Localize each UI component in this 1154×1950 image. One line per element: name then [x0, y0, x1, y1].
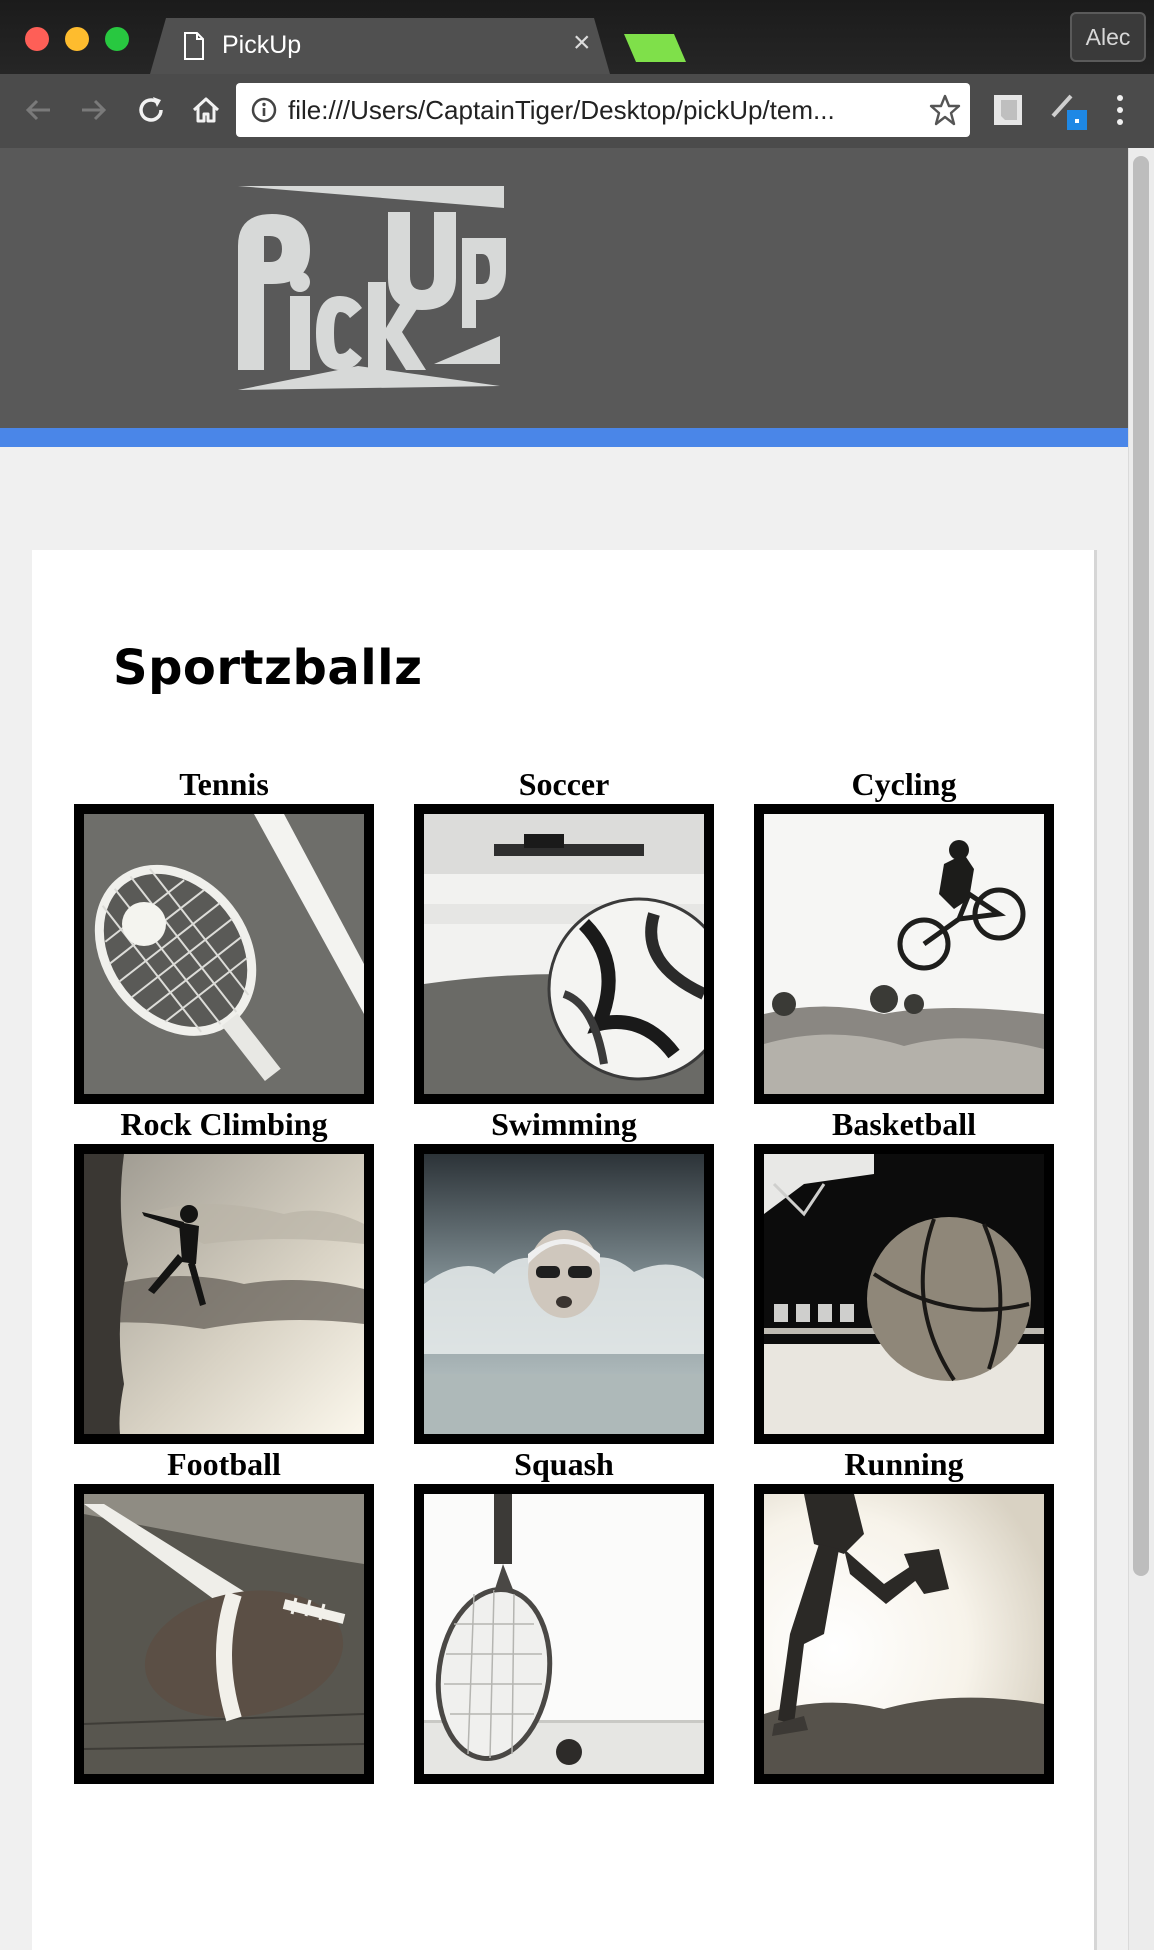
swimming-image[interactable]: [424, 1154, 704, 1434]
sport-label: Squash: [514, 1446, 614, 1482]
new-tab-button[interactable]: [624, 34, 686, 62]
content-card: Sportzballz Tennis Soccer Cycling Rock C…: [32, 550, 1097, 1950]
sport-image-frame[interactable]: [74, 1484, 374, 1784]
sport-label: Tennis: [179, 766, 269, 802]
football-image[interactable]: [84, 1494, 364, 1774]
sport-tile-tennis[interactable]: Tennis: [74, 766, 374, 1106]
browser-tab[interactable]: PickUp ×: [150, 18, 610, 74]
sport-image-frame[interactable]: [754, 1144, 1054, 1444]
home-button[interactable]: [186, 90, 226, 130]
window-maximize-button[interactable]: [105, 27, 129, 51]
scrollbar-thumb[interactable]: [1133, 156, 1149, 1576]
sport-tile-cycling[interactable]: Cycling: [754, 766, 1054, 1106]
soccer-image[interactable]: [424, 814, 704, 1094]
home-icon: [192, 97, 220, 123]
sport-label: Swimming: [491, 1106, 637, 1142]
sport-tile-rock-climbing[interactable]: Rock Climbing: [74, 1106, 374, 1446]
sport-label: Cycling: [851, 766, 957, 802]
sport-image-frame[interactable]: [74, 1144, 374, 1444]
browser-titlebar: PickUp × Alec: [0, 0, 1154, 74]
address-bar[interactable]: file:///Users/CaptainTiger/Desktop/pickU…: [236, 83, 970, 137]
url-text[interactable]: file:///Users/CaptainTiger/Desktop/pickU…: [288, 95, 918, 125]
more-menu-icon[interactable]: [1112, 92, 1128, 128]
window-close-button[interactable]: [25, 27, 49, 51]
squash-image[interactable]: [424, 1494, 704, 1774]
arrow-right-icon: [82, 99, 107, 121]
sport-tile-swimming[interactable]: Swimming: [414, 1106, 714, 1446]
reload-button[interactable]: [131, 90, 171, 130]
sport-image-frame[interactable]: [414, 1144, 714, 1444]
sport-image-frame[interactable]: [754, 1484, 1054, 1784]
tab-close-icon[interactable]: ×: [573, 28, 591, 58]
basketball-image[interactable]: [764, 1154, 1044, 1434]
profile-button[interactable]: Alec: [1070, 12, 1146, 62]
back-button[interactable]: [19, 90, 59, 130]
site-header: [0, 148, 1128, 428]
rock-climbing-image[interactable]: [84, 1154, 364, 1434]
sport-label: Soccer: [518, 766, 610, 802]
cycling-image[interactable]: [764, 814, 1044, 1094]
running-image[interactable]: [764, 1494, 1044, 1774]
sport-tile-football[interactable]: Football: [74, 1446, 374, 1786]
page-icon: [184, 32, 204, 60]
window-minimize-button[interactable]: [65, 27, 89, 51]
info-icon[interactable]: [250, 96, 278, 124]
browser-toolbar: file:///Users/CaptainTiger/Desktop/pickU…: [0, 74, 1154, 148]
sport-image-frame[interactable]: [754, 804, 1054, 1104]
page-viewport: Sportzballz Tennis Soccer Cycling Rock C…: [0, 148, 1154, 1950]
sport-label: Basketball: [831, 1106, 977, 1142]
page-title: Sportzballz: [113, 640, 423, 696]
sport-tile-soccer[interactable]: Soccer: [414, 766, 714, 1106]
bookmark-star-icon[interactable]: [928, 93, 962, 127]
sport-label: Football: [167, 1446, 281, 1482]
sport-tile-basketball[interactable]: Basketball: [754, 1106, 1054, 1446]
forward-button[interactable]: [73, 90, 113, 130]
tab-title: PickUp: [222, 31, 302, 59]
extension-icon[interactable]: [1047, 88, 1091, 132]
sport-label: Rock Climbing: [120, 1106, 328, 1142]
sport-image-frame[interactable]: [414, 1484, 714, 1784]
arrow-left-icon: [25, 99, 50, 121]
pickup-logo[interactable]: [238, 186, 506, 390]
sport-label: Running: [844, 1446, 964, 1482]
sport-tile-squash[interactable]: Squash: [414, 1446, 714, 1786]
header-accent-bar: [0, 428, 1128, 447]
sport-image-frame[interactable]: [414, 804, 714, 1104]
tennis-image[interactable]: [84, 814, 364, 1094]
sport-image-frame[interactable]: [74, 804, 374, 1104]
reload-icon: [139, 97, 163, 122]
sport-tile-running[interactable]: Running: [754, 1446, 1054, 1786]
extension-icon[interactable]: [993, 94, 1023, 126]
